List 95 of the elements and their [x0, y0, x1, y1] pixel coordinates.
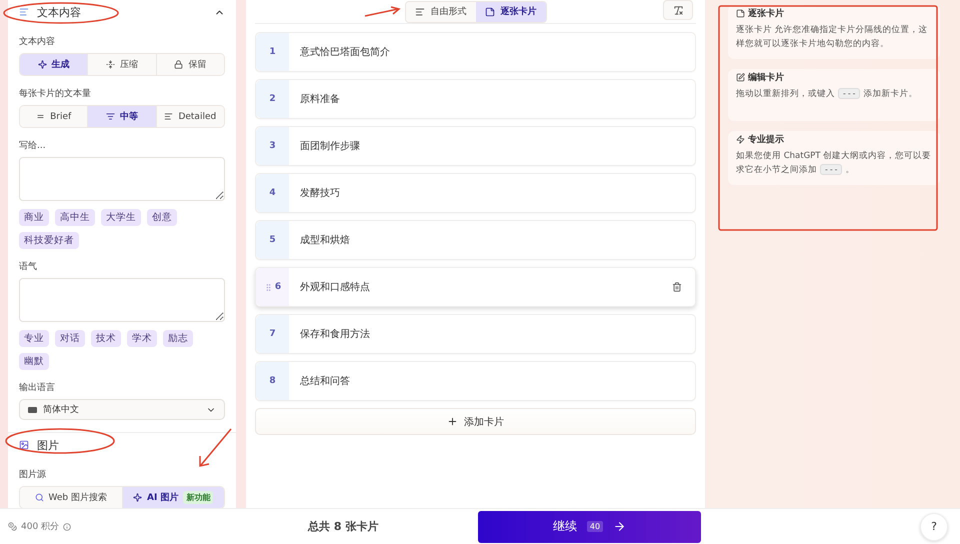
add-card-button[interactable]: 添加卡片 [255, 408, 696, 435]
tone-tag[interactable]: 专业 [19, 330, 49, 347]
outline-card[interactable]: 5 成型和烘焙 [255, 220, 696, 260]
clear-format-icon [672, 4, 684, 16]
card-total: 总共 8 张卡片 [308, 519, 380, 534]
amount-option[interactable]: Detailed [156, 106, 224, 127]
language-select[interactable]: 简体中文 [19, 399, 225, 420]
card-title[interactable]: 总结和问答 [289, 362, 695, 400]
amount-option[interactable]: 中等 [88, 106, 157, 127]
tip-text: 如果您使用 ChatGPT 创建大纲或内容，您可以要求它在小节之间添加 --- 。 [736, 150, 932, 177]
credits-label: 400 积分 [8, 520, 308, 533]
audience-tag[interactable]: 科技爱好者 [19, 232, 79, 249]
tip-title: 编辑卡片 [748, 71, 784, 84]
section-title: 文本内容 [37, 4, 82, 20]
card-title[interactable]: 外观和口感特点 [289, 268, 672, 306]
card-title[interactable]: 原料准备 [289, 80, 695, 118]
content-option[interactable]: 压缩 [88, 54, 157, 75]
card-title[interactable]: 成型和烘焙 [289, 221, 695, 259]
tip-text: 逐张卡片 允许您准确指定卡片分隔线的位置，这样您就可以逐张卡片地勾勒您的内容。 [736, 24, 929, 51]
card-number: 8 [269, 376, 276, 386]
card-number: 5 [269, 235, 276, 245]
outline-card[interactable]: 6 外观和口感特点 [255, 267, 696, 307]
edit-icon [736, 73, 745, 82]
source-option[interactable]: Web 图片搜索 [20, 487, 122, 508]
help-button[interactable]: ? [920, 512, 948, 540]
card-icon [736, 9, 745, 18]
outline-card[interactable]: 7 保存和食用方法 [255, 314, 696, 354]
delete-icon[interactable] [672, 282, 682, 292]
tip-title: 逐张卡片 [748, 7, 784, 20]
lines-icon [36, 112, 46, 121]
section-title: 图片 [37, 438, 60, 452]
text-icon [19, 7, 29, 17]
card-number: 6 [274, 282, 282, 292]
card-number: 2 [269, 94, 276, 104]
card-number: 1 [269, 47, 276, 57]
content-option[interactable]: 生成 [20, 54, 88, 75]
cost-badge: 40 [586, 521, 604, 532]
audience-tag[interactable]: 商业 [19, 209, 49, 226]
tone-tag[interactable]: 学术 [127, 330, 157, 347]
clear-format-button[interactable] [663, 0, 693, 20]
coins-icon [8, 522, 17, 531]
field-label: 写给... [19, 140, 47, 152]
card-number: 4 [269, 188, 276, 198]
audience-tag[interactable]: 创意 [147, 209, 177, 226]
drag-handle-icon[interactable] [264, 282, 273, 292]
sparkle-icon [38, 60, 47, 69]
audience-field[interactable] [19, 157, 225, 201]
continue-button[interactable]: 继续 40 [478, 510, 701, 542]
card-title[interactable]: 意式恰巴塔面包简介 [289, 33, 695, 71]
mode-tab[interactable]: 逐张卡片 [476, 2, 546, 22]
card-number: 3 [269, 141, 276, 151]
outline-card[interactable]: 4 发酵技巧 [255, 173, 696, 213]
card-title[interactable]: 面团制作步骤 [289, 127, 695, 165]
tone-tag[interactable]: 励志 [163, 330, 193, 347]
outline-card[interactable]: 8 总结和问答 [255, 361, 696, 401]
tip-text: 拖动以重新排列，或键入 --- 添加新卡片。 [736, 88, 918, 102]
annotation-arrow [198, 428, 232, 468]
compress-icon [106, 60, 115, 69]
field-label: 文本内容 [19, 36, 56, 48]
lock-icon [174, 60, 184, 69]
audience-tag[interactable]: 高中生 [55, 209, 95, 226]
tone-tag[interactable]: 技术 [91, 330, 121, 347]
image-icon [19, 440, 29, 450]
field-label: 语气 [19, 260, 38, 273]
lines-icon [106, 112, 115, 121]
tone-tag[interactable]: 幽默 [19, 353, 49, 370]
audience-tag[interactable]: 大学生 [101, 209, 141, 226]
amount-option[interactable]: Brief [20, 106, 88, 127]
card-icon [484, 6, 494, 16]
card-title[interactable]: 保存和食用方法 [289, 315, 695, 353]
lightning-icon [736, 135, 745, 144]
field-label: 输出语言 [19, 382, 56, 394]
sparkle-icon [133, 493, 142, 502]
tone-field[interactable] [19, 278, 225, 322]
flag-icon [28, 406, 37, 412]
outline-card[interactable]: 2 原料准备 [255, 79, 696, 119]
source-option[interactable]: AI 图片 新功能 [122, 487, 224, 508]
search-icon [34, 493, 44, 502]
field-label: 每张卡片的文本量 [19, 88, 92, 100]
card-title[interactable]: 发酵技巧 [289, 174, 695, 212]
info-icon[interactable] [63, 522, 72, 530]
card-number: 7 [269, 329, 276, 339]
outline-card[interactable]: 3 面团制作步骤 [255, 126, 696, 166]
arrow-right-icon [613, 520, 626, 533]
field-label: 图片源 [19, 468, 47, 481]
new-badge: 新功能 [183, 491, 214, 504]
lines-icon [164, 112, 174, 121]
annotation-arrow [364, 7, 400, 17]
tip-title: 专业提示 [748, 133, 784, 146]
tone-tag[interactable]: 对话 [55, 330, 85, 347]
plus-icon [447, 416, 458, 427]
mode-tab[interactable]: 自由形式 [406, 2, 476, 22]
content-option[interactable]: 保留 [156, 54, 224, 75]
outline-card[interactable]: 1 意式恰巴塔面包简介 [255, 32, 696, 72]
lines-icon [414, 6, 424, 16]
